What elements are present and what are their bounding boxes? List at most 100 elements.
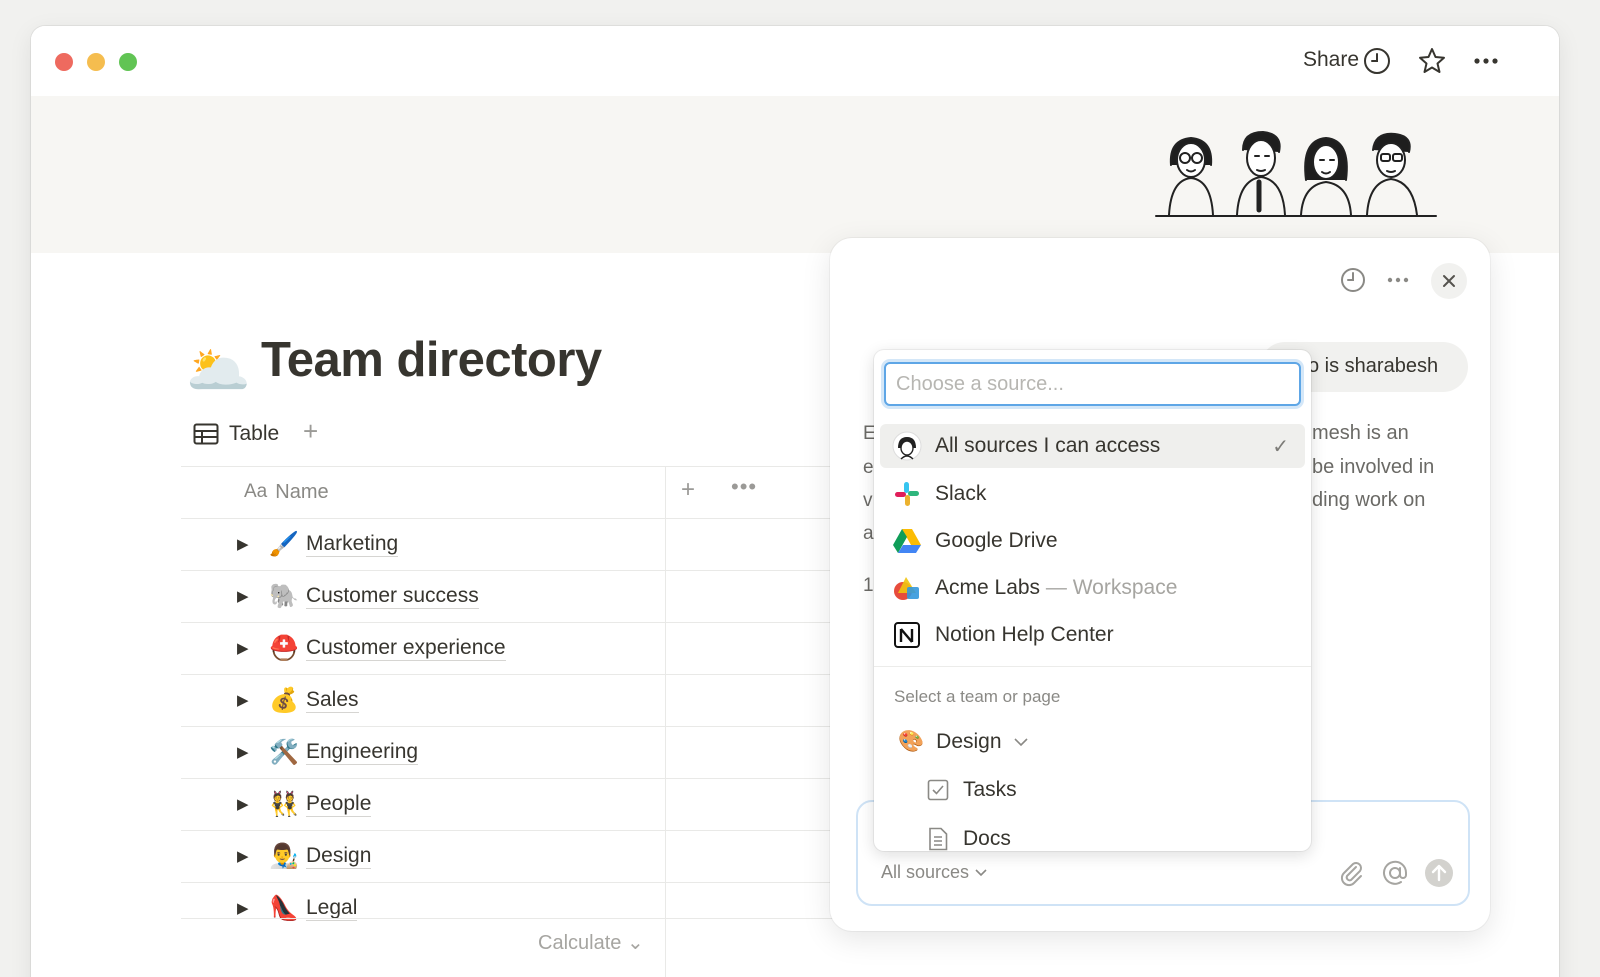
chevron-down-icon (975, 868, 987, 876)
avatar-icon (892, 431, 922, 461)
calculate-label: Calculate (538, 932, 622, 954)
option-label: Slack (935, 482, 987, 505)
mention-icon[interactable] (1380, 858, 1410, 888)
zoom-window-button[interactable] (119, 53, 137, 71)
workspace-name: Acme Labs (935, 576, 1041, 599)
response-text: e (863, 457, 874, 478)
row-emoji: 🛠️ (269, 738, 299, 766)
row-name[interactable]: Engineering (306, 740, 419, 765)
expand-toggle-icon[interactable]: ▶ (237, 899, 249, 917)
document-icon (929, 827, 948, 851)
divider (181, 918, 841, 919)
row-emoji: 🖌️ (269, 530, 299, 558)
source-option-google-drive[interactable]: Google Drive (880, 519, 1305, 563)
page-item-docs[interactable]: Docs (927, 827, 1011, 851)
workspace-suffix: — Workspace (1040, 576, 1178, 599)
table-row[interactable]: ▶ 🐘 Customer success (181, 570, 665, 622)
expand-toggle-icon[interactable]: ▶ (237, 587, 249, 605)
option-label: Notion Help Center (935, 623, 1114, 646)
row-name[interactable]: Marketing (306, 532, 399, 557)
checkbox-icon (927, 779, 949, 801)
row-name[interactable]: Design (306, 844, 372, 869)
google-drive-icon (892, 526, 922, 556)
page-cover (31, 96, 1559, 253)
source-selector-label: All sources (881, 862, 970, 882)
option-label: All sources I can access (935, 434, 1161, 457)
source-option-slack[interactable]: Slack (880, 472, 1305, 516)
history-icon[interactable] (1338, 265, 1368, 295)
table-row[interactable]: ▶ 👯 People (181, 778, 665, 830)
expand-toggle-icon[interactable]: ▶ (237, 847, 249, 865)
table-icon (193, 423, 219, 445)
expand-toggle-icon[interactable]: ▶ (237, 535, 249, 553)
calculate-button[interactable]: Calculate ⌄ (538, 930, 644, 955)
close-window-button[interactable] (55, 53, 73, 71)
table-options-button[interactable]: ••• (731, 474, 757, 500)
page-icon[interactable]: 🌥️ (186, 340, 251, 401)
attachment-icon[interactable] (1336, 858, 1366, 888)
table-row[interactable]: ▶ ⛑️ Customer experience (181, 622, 665, 674)
page-title[interactable]: Team directory (261, 332, 602, 388)
expand-toggle-icon[interactable]: ▶ (237, 639, 249, 657)
workspace-icon (892, 573, 922, 603)
people-illustration (1155, 130, 1437, 217)
table-row[interactable]: ▶ 💰 Sales (181, 674, 665, 726)
row-name[interactable]: Customer success (306, 584, 479, 609)
close-panel-button[interactable] (1431, 263, 1467, 299)
source-search-input[interactable] (884, 362, 1301, 406)
table-row[interactable]: ▶ 🖌️ Marketing (181, 518, 665, 570)
clock-icon[interactable] (1362, 46, 1392, 76)
response-text: ding work on (1312, 489, 1426, 511)
row-emoji: 👨‍🎨 (269, 842, 299, 870)
table-row[interactable]: ▶ 👠 Legal (181, 882, 665, 934)
app-window: Share 🌥️ Team directory Table + Aa Name … (31, 26, 1559, 977)
source-dropdown: All sources I can access ✓ Slack Google … (874, 350, 1311, 851)
slack-icon (892, 479, 922, 509)
tab-label: Table (229, 422, 280, 445)
page-label: Tasks (963, 778, 1017, 801)
row-name[interactable]: Sales (306, 688, 359, 713)
star-icon[interactable] (1417, 46, 1447, 76)
expand-toggle-icon[interactable]: ▶ (237, 795, 249, 813)
title-bar: Share (31, 26, 1559, 96)
source-option-notion-help[interactable]: Notion Help Center (880, 613, 1305, 657)
more-icon[interactable] (1471, 46, 1501, 76)
row-name[interactable]: Legal (306, 896, 358, 921)
team-label: Design (936, 730, 1002, 753)
team-item-design[interactable]: 🎨 Design (898, 730, 1028, 754)
page-item-tasks[interactable]: Tasks (927, 778, 1017, 802)
response-text: be involved in (1312, 456, 1435, 478)
close-icon (1443, 275, 1455, 287)
table-row[interactable]: ▶ 👨‍🎨 Design (181, 830, 665, 882)
row-name[interactable]: People (306, 792, 372, 817)
table-row[interactable]: ▶ 🛠️ Engineering (181, 726, 665, 778)
row-emoji: 💰 (269, 686, 299, 714)
response-text: v (863, 490, 873, 511)
share-button[interactable]: Share (1303, 48, 1359, 72)
add-view-button[interactable]: + (303, 416, 318, 447)
minimize-window-button[interactable] (87, 53, 105, 71)
response-text: mesh is an (1312, 422, 1409, 444)
option-label: Google Drive (935, 529, 1058, 552)
checkmark-icon: ✓ (1272, 435, 1289, 458)
send-icon[interactable] (1424, 858, 1454, 888)
row-emoji: 👯 (269, 790, 299, 818)
expand-toggle-icon[interactable]: ▶ (237, 743, 249, 761)
expand-toggle-icon[interactable]: ▶ (237, 691, 249, 709)
divider (181, 466, 841, 467)
add-property-button[interactable]: + (681, 476, 695, 504)
chevron-down-icon[interactable] (1013, 737, 1028, 747)
row-name[interactable]: Customer experience (306, 636, 506, 661)
source-option-acme-labs[interactable]: Acme Labs — Workspace (880, 566, 1305, 610)
notion-icon (892, 620, 922, 650)
more-icon[interactable] (1383, 265, 1413, 295)
tab-table-view[interactable]: Table (193, 422, 279, 446)
option-label: Acme Labs — Workspace (935, 576, 1177, 600)
source-option-all[interactable]: All sources I can access ✓ (880, 424, 1305, 468)
column-header-name[interactable]: Aa Name (244, 481, 329, 504)
row-emoji: ⛑️ (269, 634, 299, 662)
source-selector[interactable]: All sources (881, 862, 987, 883)
section-label: Select a team or page (894, 687, 1061, 706)
response-text: 1 (863, 575, 874, 596)
page-label: Docs (963, 827, 1011, 850)
